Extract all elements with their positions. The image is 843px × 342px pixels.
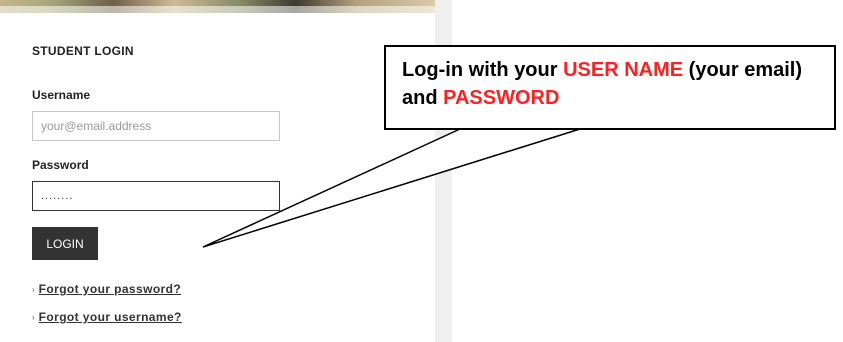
callout-username-highlight: USER NAME	[563, 59, 684, 81]
callout-pointer-line	[202, 128, 581, 248]
callout-text-1: Log-in with your	[402, 59, 564, 81]
callout-password-highlight: PASSWORD	[443, 87, 560, 109]
instruction-callout: Log-in with your USER NAME (your email) …	[384, 45, 836, 130]
